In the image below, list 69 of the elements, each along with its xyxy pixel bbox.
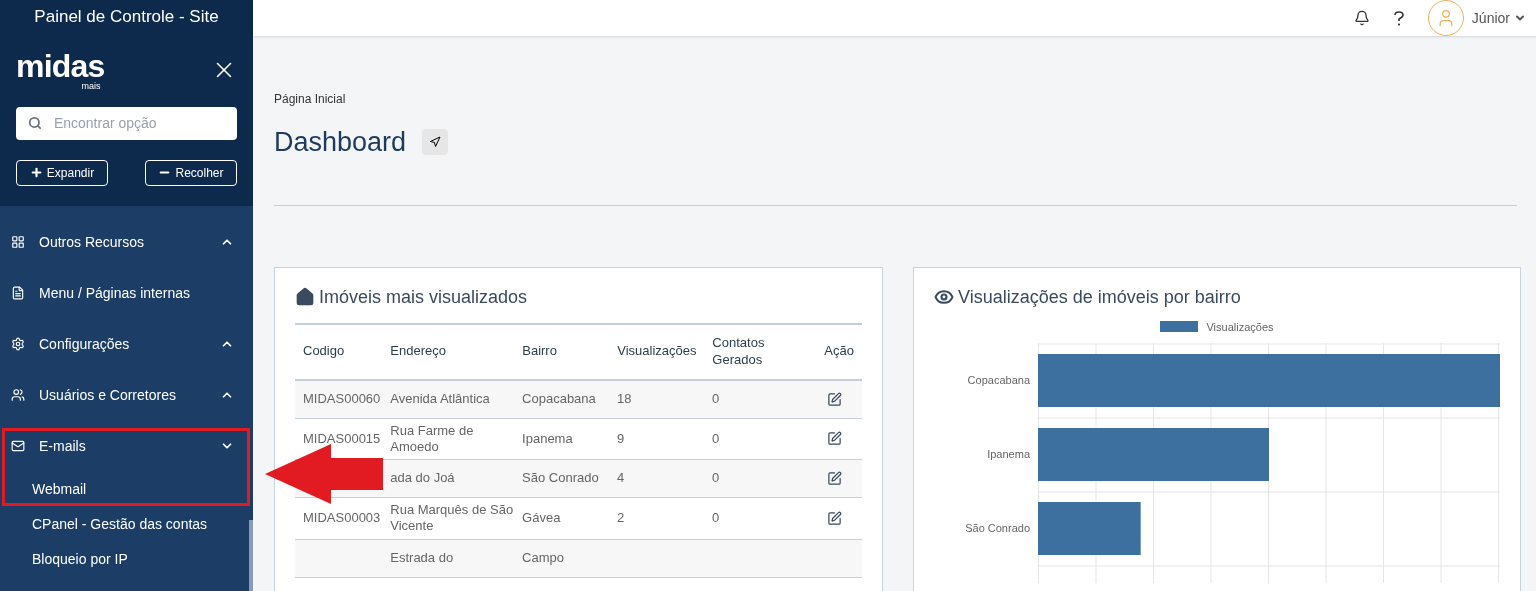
column-header: Codigo bbox=[303, 343, 346, 360]
menu-item[interactable]: Menu / Páginas internas bbox=[0, 267, 253, 319]
edit-button[interactable] bbox=[827, 471, 842, 486]
notification-bell-icon[interactable] bbox=[1353, 10, 1370, 26]
axis-label: São Conrado bbox=[965, 520, 1030, 536]
eye-icon bbox=[934, 287, 954, 307]
table-cell: Ipanema bbox=[522, 430, 573, 446]
table-cell: 0 bbox=[712, 390, 720, 406]
navigate-button[interactable] bbox=[422, 129, 449, 156]
navigation-arrow-icon bbox=[429, 136, 442, 149]
menu-item[interactable]: Usuários e Corretores bbox=[0, 369, 253, 421]
card-title: Visualizações de imóveis por bairro bbox=[958, 285, 1241, 309]
submenu-item[interactable]: Webmail bbox=[0, 471, 253, 507]
edit-button[interactable] bbox=[827, 510, 842, 526]
expand-button[interactable]: Expandir bbox=[16, 159, 108, 186]
card-title: Imóveis mais visualizados bbox=[319, 285, 528, 309]
column-header: Contatos Gerados bbox=[712, 335, 766, 368]
table-cell: Copacabana bbox=[522, 390, 596, 406]
table-cell: 0 bbox=[712, 510, 720, 526]
search-field[interactable]: Encontrar opção bbox=[16, 106, 237, 140]
table-cell: 2 bbox=[617, 510, 625, 526]
axis-label: Ipanema bbox=[987, 446, 1030, 462]
table-cell: 0 bbox=[712, 470, 720, 486]
submenu-item[interactable]: Bloqueio por IP bbox=[0, 541, 253, 577]
user-menu[interactable]: Júnior bbox=[1471, 7, 1526, 29]
table-cell: MIDAS00060 bbox=[303, 390, 381, 406]
search-input[interactable]: Encontrar opção bbox=[53, 112, 225, 134]
edit-button[interactable] bbox=[827, 391, 842, 407]
document-icon bbox=[11, 286, 25, 300]
table-cell: Rua Marquês de São Vicente bbox=[390, 502, 514, 534]
help-icon[interactable] bbox=[1393, 10, 1404, 26]
scrollbar bbox=[249, 520, 253, 591]
plus-icon bbox=[29, 166, 43, 179]
panel-title: Painel de Controle - Site bbox=[33, 6, 220, 28]
table-cell: Rua Farme de Amoedo bbox=[390, 422, 474, 454]
legend-swatch bbox=[1160, 321, 1199, 333]
table-cell: MIDAS00003 bbox=[303, 510, 381, 526]
table-cell: 4 bbox=[617, 470, 625, 486]
gear-icon bbox=[11, 337, 25, 351]
column-header: Bairro bbox=[522, 343, 558, 360]
submenu-item[interactable]: CPanel - Gestão das contas bbox=[0, 506, 253, 542]
grid-icon bbox=[11, 235, 25, 249]
column-header: Endereço bbox=[390, 343, 447, 360]
page-title: Dashboard bbox=[274, 126, 407, 159]
table-cell: 9 bbox=[617, 430, 625, 446]
axis-label: Copacabana bbox=[967, 372, 1030, 388]
table-cell: 0 bbox=[712, 430, 720, 446]
table-cell: MIDAS00015 bbox=[303, 430, 381, 446]
table-cell: São Conrado bbox=[522, 470, 599, 486]
table-cell: Avenida Atlântica bbox=[390, 390, 490, 406]
house-icon bbox=[295, 287, 315, 307]
table-cell: ada do Joá bbox=[390, 470, 455, 486]
search-icon bbox=[28, 115, 42, 131]
column-header: Visualizações bbox=[617, 343, 698, 360]
edit-button[interactable] bbox=[827, 431, 842, 447]
logo: midas mais bbox=[16, 49, 105, 91]
breadcrumb: Página Inicial bbox=[274, 91, 347, 108]
legend-label: Visualizações bbox=[1206, 319, 1274, 335]
menu-item[interactable]: E-mails bbox=[0, 420, 253, 472]
users-icon bbox=[11, 388, 25, 402]
table-cell: 18 bbox=[617, 390, 632, 406]
table-cell: Estrada do bbox=[390, 549, 454, 565]
menu-item[interactable]: Outros Recursos bbox=[0, 216, 253, 268]
column-header: Ação bbox=[823, 343, 854, 360]
envelope-icon bbox=[11, 439, 25, 453]
menu-item[interactable]: Configurações bbox=[0, 318, 253, 370]
table-cell: Campo bbox=[522, 549, 564, 565]
table-cell: Gávea bbox=[522, 510, 561, 526]
collapse-button[interactable]: Recolher bbox=[145, 159, 237, 186]
